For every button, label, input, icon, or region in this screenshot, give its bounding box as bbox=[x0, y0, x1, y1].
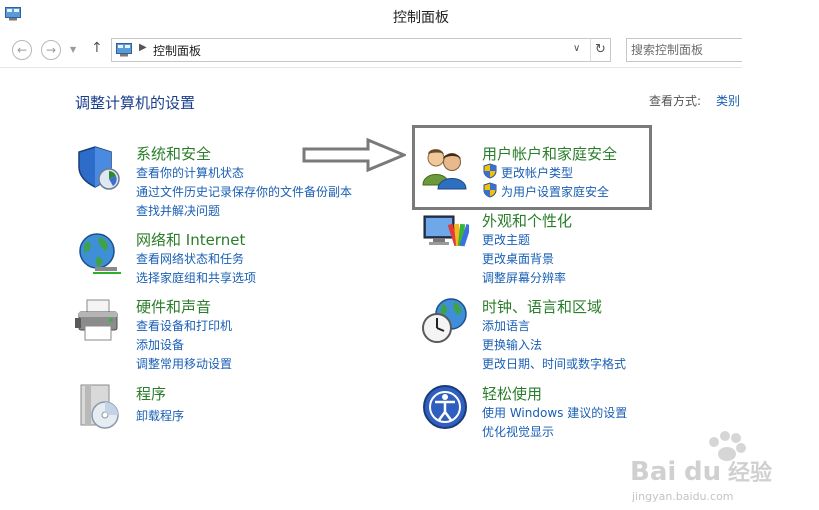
view-by-dropdown[interactable]: 类别 bbox=[716, 92, 740, 109]
homegroup-sharing-link[interactable]: 选择家庭组和共享选项 bbox=[136, 269, 256, 286]
mobility-settings-link[interactable]: 调整常用移动设置 bbox=[136, 355, 232, 372]
change-desktop-background-link[interactable]: 更改桌面背景 bbox=[482, 250, 554, 267]
back-button[interactable]: ← bbox=[12, 40, 32, 60]
page-title: 调整计算机的设置 bbox=[75, 94, 196, 112]
category-title-link[interactable]: 程序 bbox=[136, 383, 166, 404]
arrow-up-icon: ↑ bbox=[91, 40, 103, 56]
change-theme-link[interactable]: 更改主题 bbox=[482, 231, 530, 248]
change-input-method-link[interactable]: 更换输入法 bbox=[482, 336, 542, 353]
ease-of-access-icon bbox=[423, 385, 467, 429]
view-network-status-link[interactable]: 查看网络状态和任务 bbox=[136, 250, 244, 267]
network-globe-icon bbox=[79, 233, 121, 274]
search-input[interactable] bbox=[631, 40, 745, 60]
category-title-link[interactable]: 网络和 Internet bbox=[136, 229, 245, 250]
address-bar[interactable]: ▶ 控制面板 ∨ ↻ bbox=[111, 38, 611, 62]
shield-icon bbox=[78, 146, 120, 190]
category-title-link[interactable]: 外观和个性化 bbox=[482, 210, 572, 231]
add-language-link[interactable]: 添加语言 bbox=[482, 317, 530, 334]
breadcrumb-separator-icon[interactable]: ▶ bbox=[139, 42, 147, 53]
navigation-bar: ← → ▼ ↑ ▶ 控制面板 ∨ ↻ bbox=[0, 32, 748, 68]
optimize-visual-display-link[interactable]: 优化视觉显示 bbox=[482, 423, 554, 440]
adjust-resolution-link[interactable]: 调整屏幕分辨率 bbox=[482, 269, 566, 286]
refresh-button[interactable]: ↻ bbox=[590, 39, 610, 61]
monitor-colors-icon bbox=[423, 215, 469, 247]
category-title-link[interactable]: 轻松使用 bbox=[482, 383, 542, 404]
up-button[interactable]: ↑ bbox=[91, 40, 103, 56]
window-title: 控制面板 bbox=[393, 10, 449, 26]
arrow-left-icon: ← bbox=[16, 43, 28, 57]
title-bar: 控制面板 bbox=[0, 0, 742, 32]
category-title-link[interactable]: 系统和安全 bbox=[136, 143, 211, 164]
arrow-right-icon: → bbox=[45, 43, 57, 57]
annotation-highlight-box bbox=[412, 125, 652, 210]
clock-globe-icon bbox=[422, 298, 467, 343]
uninstall-program-link[interactable]: 卸载程序 bbox=[136, 407, 184, 424]
add-device-link[interactable]: 添加设备 bbox=[136, 336, 184, 353]
address-history-dropdown[interactable]: ∨ bbox=[573, 43, 580, 54]
category-title-link[interactable]: 硬件和声音 bbox=[136, 296, 211, 317]
svg-text:Bai: Bai bbox=[630, 457, 676, 487]
recommended-settings-link[interactable]: 使用 Windows 建议的设置 bbox=[482, 404, 627, 421]
program-disc-icon bbox=[80, 384, 119, 429]
troubleshoot-link[interactable]: 查找并解决问题 bbox=[136, 202, 220, 219]
recent-locations-button[interactable]: ▼ bbox=[70, 45, 76, 54]
chevron-down-icon: ▼ bbox=[70, 45, 77, 54]
view-computer-status-link[interactable]: 查看你的计算机状态 bbox=[136, 164, 244, 181]
annotation-arrow-icon bbox=[302, 138, 406, 172]
change-date-time-format-link[interactable]: 更改日期、时间或数字格式 bbox=[482, 355, 626, 372]
printer-icon bbox=[75, 299, 118, 341]
chevron-down-icon: ∨ bbox=[573, 43, 581, 54]
refresh-icon: ↻ bbox=[595, 42, 606, 57]
svg-text:du: du bbox=[684, 457, 721, 487]
view-by-label: 查看方式: bbox=[649, 94, 702, 108]
watermark-url: jingyan.baidu.com bbox=[632, 490, 734, 503]
file-history-backup-link[interactable]: 通过文件历史记录保存你的文件备份副本 bbox=[136, 183, 352, 200]
control-panel-location-icon bbox=[116, 43, 132, 57]
category-title-link[interactable]: 时钟、语言和区域 bbox=[482, 296, 602, 317]
forward-button[interactable]: → bbox=[41, 40, 61, 60]
breadcrumb-control-panel[interactable]: 控制面板 bbox=[153, 42, 201, 59]
devices-printers-link[interactable]: 查看设备和打印机 bbox=[136, 317, 232, 334]
search-box[interactable] bbox=[626, 38, 748, 62]
svg-text:经验: 经验 bbox=[728, 460, 772, 486]
